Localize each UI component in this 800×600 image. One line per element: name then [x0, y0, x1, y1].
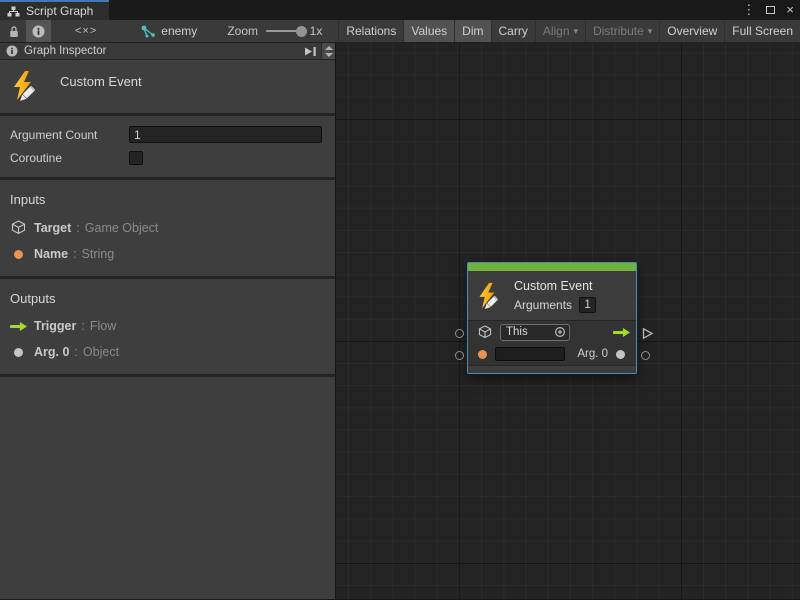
inputs-heading: Inputs [10, 192, 325, 207]
chevron-down-icon: ▾ [648, 26, 653, 37]
trigger-output-port[interactable] [613, 327, 630, 338]
info-icon [6, 45, 18, 57]
game-object-icon [10, 220, 27, 235]
distribute-dropdown[interactable]: Distribute ▾ [585, 20, 659, 42]
zoom-slider[interactable] [266, 30, 304, 32]
info-icon [32, 25, 45, 38]
graph-inspector-panel: Graph Inspector [0, 43, 336, 599]
zoom-value: 1x [310, 20, 323, 42]
window-close-icon[interactable]: × [786, 0, 794, 20]
node-row-target: This [468, 321, 636, 343]
coroutine-checkbox[interactable] [129, 151, 143, 165]
flow-arrow-icon [10, 321, 27, 332]
chevron-down-icon: ▾ [574, 26, 579, 37]
coroutine-label: Coroutine [10, 151, 129, 165]
node-title: Custom Event [514, 279, 596, 294]
full-screen-button[interactable]: Full Screen [724, 20, 800, 42]
align-dropdown[interactable]: Align ▾ [535, 20, 585, 42]
external-input-port-flow[interactable] [455, 329, 464, 338]
window-controls: ⋮ × [742, 0, 794, 20]
name-value-field[interactable] [495, 347, 565, 361]
graph-toolbar: <×> enemy Zoom 1x Relations Values Dim C… [0, 20, 800, 43]
dock-right-icon [303, 46, 317, 57]
code-view-button[interactable]: <×> [65, 20, 107, 42]
input-row-name: Name : String [10, 247, 325, 261]
tab-label: Script Graph [26, 4, 93, 18]
code-view-icon: <×> [75, 25, 97, 37]
window-menu-icon[interactable]: ⋮ [742, 0, 755, 20]
overview-button[interactable]: Overview [659, 20, 724, 42]
coroutine-row: Coroutine [10, 149, 322, 166]
node-header[interactable]: Custom Event Arguments 1 [468, 271, 636, 321]
window-maximize-icon[interactable] [766, 6, 775, 14]
argument-count-label: Argument Count [10, 128, 129, 142]
node-event-strip [468, 263, 636, 271]
zoom-slider-handle[interactable] [296, 26, 307, 37]
target-object-field[interactable]: This [500, 324, 570, 341]
inputs-section: Inputs Target : Game Object Name : [0, 180, 335, 276]
string-port-icon [10, 250, 27, 259]
script-graph-icon [7, 6, 20, 17]
node-row-arg0: Arg. 0 [468, 343, 636, 365]
arg0-label: Arg. 0 [577, 348, 608, 360]
node-arguments-input[interactable]: 1 [579, 297, 596, 313]
external-trigger-port[interactable] [641, 327, 654, 340]
selected-unit-header: Custom Event [0, 60, 335, 113]
name-input-port[interactable] [478, 350, 487, 359]
inspector-title: Graph Inspector [24, 45, 106, 57]
output-row-arg0: Arg. 0 : Object [10, 345, 325, 359]
tab-script-graph[interactable]: Script Graph [0, 0, 109, 20]
external-arg0-port[interactable] [641, 351, 650, 360]
panel-scroll-spinner[interactable] [321, 43, 335, 59]
spinner-up-icon[interactable] [325, 46, 333, 50]
custom-event-icon [476, 282, 504, 310]
dock-panel-button[interactable] [299, 43, 321, 59]
node-arguments-label: Arguments [514, 298, 572, 312]
relations-button[interactable]: Relations [338, 20, 403, 42]
custom-event-icon [10, 70, 42, 102]
argument-count-row: Argument Count [10, 126, 322, 143]
inspector-toggle-button[interactable] [26, 20, 51, 42]
node-footer [468, 365, 636, 373]
lock-icon [8, 25, 20, 38]
input-row-target: Target : Game Object [10, 220, 325, 235]
unity-script-graph-window: Script Graph ⋮ × <×> [0, 0, 800, 600]
outputs-heading: Outputs [10, 291, 325, 306]
game-object-icon [478, 325, 492, 339]
object-picker-icon[interactable] [554, 326, 566, 338]
outputs-section: Outputs Trigger : Flow Arg. 0 : [0, 279, 335, 374]
window-content: Graph Inspector [0, 43, 800, 599]
object-port-icon [10, 348, 27, 357]
lock-button[interactable] [2, 20, 26, 42]
argument-count-input[interactable] [129, 126, 322, 143]
dim-button[interactable]: Dim [454, 20, 490, 42]
custom-event-node[interactable]: Custom Event Arguments 1 This [467, 262, 637, 374]
selected-unit-title: Custom Event [60, 74, 142, 89]
arg0-output-port[interactable] [616, 350, 625, 359]
output-row-trigger: Trigger : Flow [10, 319, 325, 333]
graph-name-label: enemy [161, 24, 197, 38]
zoom-label: Zoom [227, 20, 258, 42]
spinner-down-icon[interactable] [325, 53, 333, 57]
unit-settings: Argument Count Coroutine [0, 116, 335, 177]
inspector-empty-area [0, 377, 335, 599]
inspector-header: Graph Inspector [0, 43, 335, 60]
toolbar-buttons: Relations Values Dim Carry Align ▾ Distr… [338, 20, 800, 42]
tab-bar: Script Graph ⋮ × [0, 0, 800, 20]
external-input-port-value[interactable] [455, 351, 464, 360]
graph-reference[interactable]: enemy [141, 20, 197, 42]
carry-button[interactable]: Carry [491, 20, 535, 42]
values-button[interactable]: Values [403, 20, 454, 42]
graph-canvas[interactable]: Custom Event Arguments 1 This [336, 43, 800, 599]
graph-asset-icon [141, 25, 156, 38]
